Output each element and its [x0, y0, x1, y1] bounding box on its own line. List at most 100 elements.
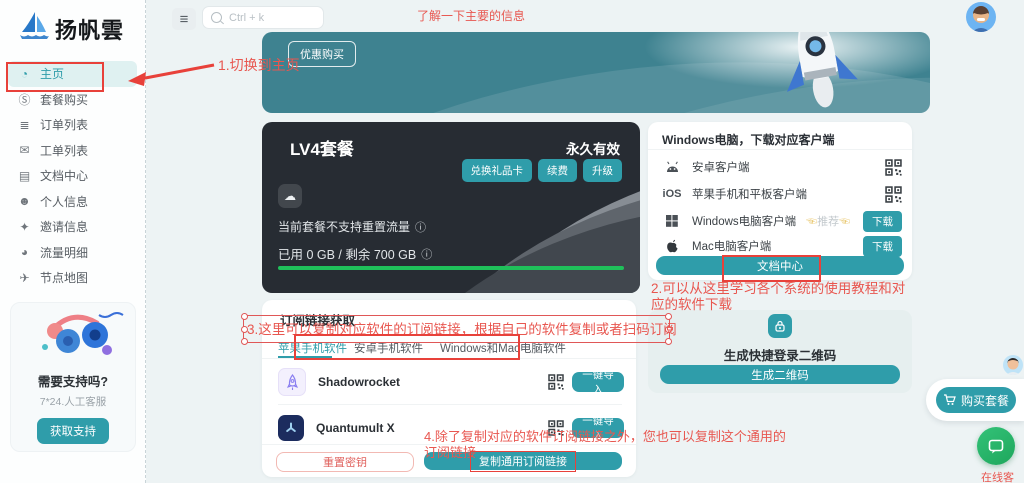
sidebar-item-profile[interactable]: ☻ 个人信息 [8, 189, 137, 215]
headset-illustration [11, 303, 135, 369]
renew-button[interactable]: 续费 [538, 159, 577, 182]
qr-code-icon[interactable] [548, 420, 564, 436]
clients-card-title: Windows电脑，下载对应客户端 [662, 131, 835, 148]
redeem-gift-card-button[interactable]: 兑换礼品卡 [462, 159, 533, 182]
airplane-icon: ✈ [18, 271, 31, 285]
search-box[interactable] [202, 6, 324, 29]
docs-center-button[interactable]: 文档中心 [656, 256, 904, 275]
copy-universal-link-button[interactable]: 复制通用订阅链接 [424, 452, 622, 470]
sidebar-item-label: 订单列表 [40, 116, 88, 133]
info-icon[interactable]: ⓘ [415, 219, 426, 235]
hand-icon: ☜ [806, 216, 817, 228]
lock-icon [768, 314, 792, 338]
sailboat-logo-icon [16, 8, 52, 49]
search-input[interactable] [227, 11, 311, 25]
plan-reset-note: 当前套餐不支持重置流量ⓘ [278, 218, 426, 235]
customer-service-avatar[interactable] [1003, 355, 1023, 375]
dashboard-page: 扬帆雲 ◔ 主页 Ⓢ 套餐购买 ≣ 订单列表 ✉ 工单列表 ▤ 文档中心 [0, 0, 1024, 483]
reset-key-button[interactable]: 重置密钥 [276, 452, 414, 472]
client-row-ios: iOS 苹果手机和平板客户端 [662, 182, 902, 206]
banner-glow [592, 32, 930, 102]
app-row-shadowrocket: Shadowrocket 一键导入 [278, 362, 624, 402]
divider [262, 444, 636, 445]
divider [262, 358, 636, 359]
hand-icon: ☜ [839, 216, 850, 228]
android-icon [662, 161, 682, 173]
list-icon: ≣ [18, 118, 31, 132]
one-click-import-button[interactable]: 一键导入 [572, 372, 624, 392]
generate-qr-button[interactable]: 生成二维码 [660, 365, 900, 384]
sidebar-item-plans[interactable]: Ⓢ 套餐购买 [8, 87, 137, 113]
plan-title: LV4套餐 [290, 135, 354, 160]
sidebar: 扬帆雲 ◔ 主页 Ⓢ 套餐购买 ≣ 订单列表 ✉ 工单列表 ▤ 文档中心 [0, 0, 146, 483]
buy-plan-button[interactable]: 购买套餐 [936, 387, 1016, 413]
user-avatar[interactable] [966, 2, 996, 32]
user-icon: ☻ [18, 194, 31, 208]
tab-ios-apps[interactable]: 苹果手机软件 [278, 340, 347, 356]
windows-icon [662, 215, 682, 227]
chat-label: 在线客服 [981, 469, 1024, 483]
apple-icon [662, 239, 682, 253]
qr-code-icon[interactable] [548, 374, 564, 390]
sidebar-item-label: 工单列表 [40, 142, 88, 159]
sidebar-item-invite[interactable]: ✦ 邀请信息 [8, 214, 137, 240]
brand-name: 扬帆雲 [55, 13, 124, 45]
recommended-tag: ☜推荐☜ [806, 213, 850, 229]
info-icon[interactable]: ⓘ [421, 246, 432, 262]
qr-code-icon[interactable] [885, 186, 902, 203]
tab-desktop-apps[interactable]: Windows和Mac电脑软件 [440, 340, 566, 356]
sidebar-item-orders[interactable]: ≣ 订单列表 [8, 112, 137, 138]
subscription-title: 订阅链接获取 [280, 310, 355, 329]
online-chat-button[interactable] [977, 427, 1015, 465]
get-support-button[interactable]: 获取支持 [37, 418, 109, 444]
money-icon: Ⓢ [18, 91, 31, 108]
client-row-android: 安卓客户端 [662, 155, 902, 179]
usage-progress-bar [278, 266, 624, 270]
client-row-windows: Windows电脑客户端 ☜推荐☜ 下载 [662, 209, 902, 233]
qr-login-title: 生成快捷登录二维码 [648, 345, 912, 364]
quantumult-icon [278, 415, 304, 441]
clients-download-card: Windows电脑，下载对应客户端 安卓客户端 iOS 苹果手机和平板客户端 [648, 122, 912, 280]
dashboard-icon: ◔ [18, 67, 31, 81]
sidebar-item-tickets[interactable]: ✉ 工单列表 [8, 138, 137, 164]
upgrade-button[interactable]: 升级 [583, 159, 622, 182]
sidebar-item-label: 文档中心 [40, 167, 88, 184]
sidebar-item-label: 个人信息 [40, 193, 88, 210]
chat-bubble-icon [988, 439, 1004, 454]
hamburger-menu-icon[interactable]: ≡ [172, 8, 196, 30]
divider [278, 404, 622, 405]
client-row-mac: Mac电脑客户端 下载 [662, 234, 902, 258]
support-title: 需要支持吗? [11, 371, 135, 390]
support-card: 需要支持吗? 7*24.人工客服 获取支持 [10, 302, 136, 452]
promo-buy-button[interactable]: 优惠购买 [288, 41, 356, 67]
plan-usage: 已用 0 GB / 剩余 700 GBⓘ [278, 244, 432, 263]
plan-actions: 兑换礼品卡 续费 升级 [462, 159, 623, 182]
search-icon [211, 12, 222, 23]
one-click-import-button[interactable]: 一键导入 [572, 418, 624, 438]
cart-icon [943, 394, 956, 406]
buy-plan-float: 购买套餐 [926, 379, 1024, 421]
cloud-icon[interactable]: ☁ [278, 184, 302, 208]
sidebar-item-label: 主页 [40, 65, 64, 82]
annotation-step2: 2.可以从这里学习各个系统的使用教程和对应的软件下载 [651, 281, 909, 312]
qr-login-card: 生成快捷登录二维码 生成二维码 [648, 310, 912, 393]
sidebar-menu: ◔ 主页 Ⓢ 套餐购买 ≣ 订单列表 ✉ 工单列表 ▤ 文档中心 ☻ 个人信息 [0, 61, 145, 291]
plan-validity: 永久有效 [566, 138, 620, 158]
download-button[interactable]: 下载 [863, 211, 902, 232]
sidebar-item-docs[interactable]: ▤ 文档中心 [8, 163, 137, 189]
pie-chart-icon: ◕ [18, 245, 31, 259]
header-note: 了解一下主要的信息 [417, 7, 525, 24]
brand-logo[interactable]: 扬帆雲 [0, 0, 145, 61]
plan-card: LV4套餐 永久有效 兑换礼品卡 续费 升级 ☁ 当前套餐不支持重置流量ⓘ 已用… [262, 122, 640, 293]
sidebar-item-home[interactable]: ◔ 主页 [8, 61, 137, 87]
promo-banner: 优惠购买 [262, 32, 930, 113]
document-icon: ▤ [18, 169, 31, 183]
tab-android-apps[interactable]: 安卓手机软件 [354, 340, 423, 356]
ios-icon: iOS [662, 188, 682, 200]
sidebar-item-label: 流量明细 [40, 244, 88, 261]
qr-code-icon[interactable] [885, 159, 902, 176]
sidebar-item-traffic[interactable]: ◕ 流量明细 [8, 240, 137, 266]
sidebar-item-nodes[interactable]: ✈ 节点地图 [8, 265, 137, 291]
support-subtitle: 7*24.人工客服 [11, 394, 135, 409]
download-button[interactable]: 下载 [863, 236, 902, 257]
